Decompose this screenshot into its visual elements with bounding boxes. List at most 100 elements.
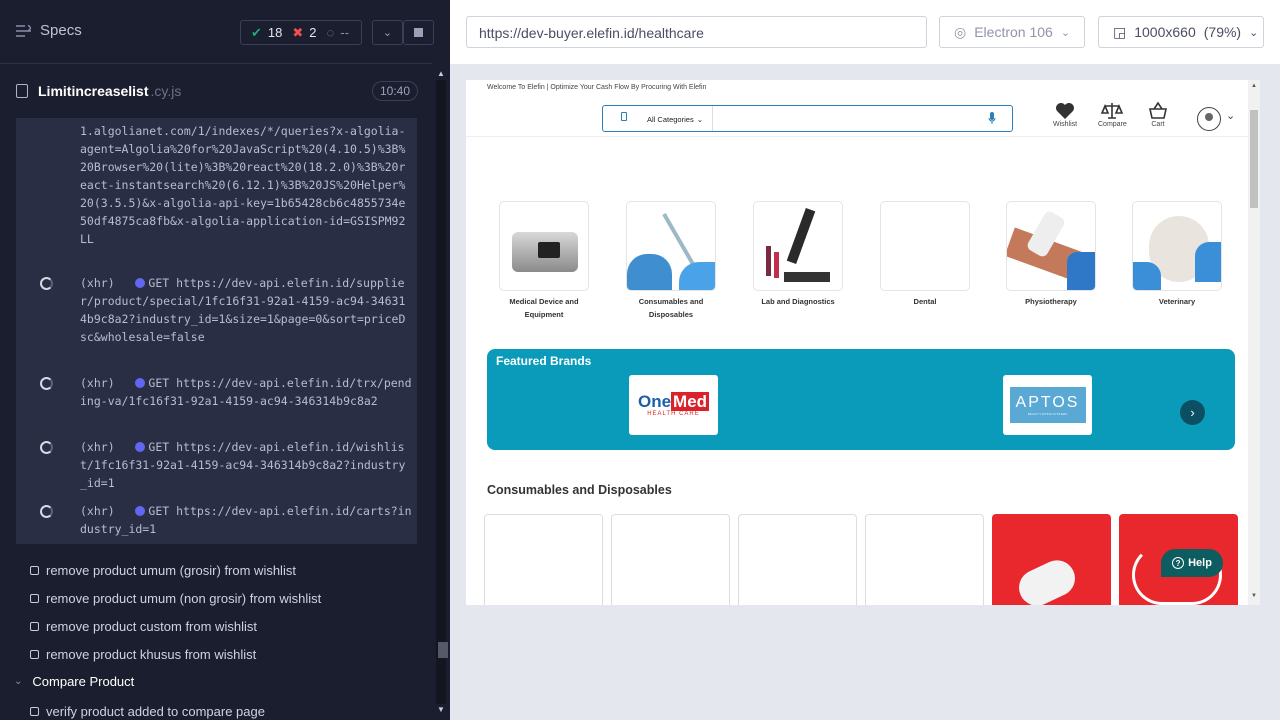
app-scrollbar[interactable]: ▲ ▼ [1248, 80, 1260, 605]
category-label: Physiotherapy [1025, 297, 1077, 306]
product-card[interactable] [865, 514, 984, 605]
product-card[interactable] [611, 514, 730, 605]
suite-compare-product[interactable]: ⌄ Compare Product [14, 674, 134, 689]
cart-label: Cart [1151, 121, 1165, 128]
menu-lines-icon [16, 24, 31, 37]
search-bar[interactable]: All Categories ⌄ [602, 105, 1013, 132]
command-log: 1.algolianet.com/1/indexes/*/queries?x-a… [16, 118, 417, 544]
command-url[interactable]: 1.algolianet.com/1/indexes/*/queries?x-a… [80, 122, 412, 248]
test-title: remove product custom from wishlist [46, 619, 257, 634]
compare-label: Compare [1098, 121, 1127, 128]
onemed-logo: One Med [637, 392, 710, 411]
check-icon: ✔ [251, 24, 262, 40]
loading-spinner-icon [40, 277, 53, 290]
category-select[interactable]: All Categories ⌄ [643, 110, 713, 128]
test-item[interactable]: remove product umum (non grosir) from wi… [30, 591, 321, 606]
browser-selector[interactable]: ◎ Electron 106 ⌄ [939, 16, 1085, 48]
scroll-up-icon[interactable]: ▲ [1251, 83, 1257, 89]
test-item[interactable]: remove product khusus from wishlist [30, 647, 256, 662]
microphone-icon[interactable] [988, 112, 996, 125]
test-title: remove product umum (grosir) from wishli… [46, 563, 296, 578]
avatar[interactable] [1197, 107, 1221, 131]
viewport-size: 1000x660 [1134, 24, 1196, 40]
xhr-method: GET [148, 440, 170, 454]
passed-count: 18 [267, 25, 283, 40]
pending-count: -- [340, 25, 349, 40]
expand-button[interactable]: ⌄ [372, 20, 403, 45]
browser-icon: ◎ [954, 23, 967, 40]
heart-icon [1056, 103, 1075, 119]
question-icon: ? [1172, 557, 1185, 569]
category-dental[interactable]: Dental [870, 201, 980, 308]
test-item[interactable]: remove product custom from wishlist [30, 619, 257, 634]
app-scroll-thumb[interactable] [1250, 110, 1258, 208]
test-status-icon [30, 622, 39, 631]
loading-spinner-icon [40, 377, 53, 390]
product-card[interactable] [484, 514, 603, 605]
product-card[interactable] [738, 514, 857, 605]
featured-brands-banner: Featured Brands One Med HEALTH CARE APTOS… [487, 349, 1235, 450]
help-button[interactable]: ? Help [1161, 549, 1223, 577]
search-icon [621, 112, 627, 121]
category-label: Veterinary [1158, 297, 1196, 306]
scroll-thumb[interactable] [438, 642, 448, 658]
category-image [1132, 201, 1222, 291]
test-status-icon [30, 650, 39, 659]
app-under-test: Welcome To Elefin | Optimize Your Cash F… [466, 80, 1260, 605]
aptos-logo: APTOS BEAUTY LIFTING SYSTEMS [1009, 387, 1086, 423]
xhr-method: GET [148, 276, 170, 290]
brand-onemed[interactable]: One Med HEALTH CARE [629, 375, 718, 435]
xhr-type: (xhr) [80, 276, 115, 290]
specs-title: Specs [40, 22, 82, 39]
test-stats: ✔ 18 ✖ 2 ◌ -- [240, 20, 362, 45]
test-status-icon [30, 594, 39, 603]
next-brand-button[interactable]: › [1180, 400, 1205, 425]
status-dot-icon [135, 378, 146, 388]
scroll-up-icon[interactable]: ▲ [437, 69, 445, 78]
search-input[interactable] [715, 106, 975, 131]
category-image [499, 201, 589, 291]
cart-button[interactable]: Cart [1148, 102, 1168, 128]
xhr-url: https://dev-api.elefin.id/carts?industry… [80, 504, 412, 536]
chevron-down-icon: ⌄ [696, 114, 703, 124]
cypress-runner-panel: Specs ✔ 18 ✖ 2 ◌ -- ⌄ Limitincreaselist … [0, 0, 450, 720]
chevron-right-icon: › [1190, 405, 1195, 420]
aut-toolbar: https://dev-buyer.elefin.id/healthcare ◎… [450, 0, 1280, 64]
category-lab-diagnostics[interactable]: Lab and Diagnostics [743, 201, 853, 308]
suite-title: Compare Product [32, 674, 135, 689]
loading-spinner-icon [40, 505, 53, 518]
wishlist-button[interactable]: Wishlist [1053, 102, 1077, 128]
pending-icon: ◌ [326, 25, 335, 40]
chevron-down-icon: ⌄ [1060, 26, 1071, 39]
stop-button[interactable] [403, 20, 434, 45]
welcome-banner: Welcome To Elefin | Optimize Your Cash F… [487, 84, 707, 91]
stop-icon [414, 28, 423, 37]
browser-name: Electron 106 [974, 24, 1053, 40]
category-physiotherapy[interactable]: Physiotherapy [996, 201, 1106, 308]
test-status-icon [30, 707, 39, 716]
scroll-track[interactable] [436, 80, 448, 704]
category-consumables[interactable]: Consumables and Disposables [616, 201, 726, 321]
loading-spinner-icon [40, 441, 53, 454]
specs-toggle[interactable]: Specs [16, 22, 82, 39]
scale-icon [1101, 103, 1124, 119]
scroll-down-icon[interactable]: ▼ [437, 705, 445, 714]
category-label: Dental [913, 297, 937, 306]
xhr-type: (xhr) [80, 376, 115, 390]
viewport-info[interactable]: ◲ 1000x660 (79%) ⌄ [1098, 16, 1264, 48]
compare-button[interactable]: Compare [1098, 102, 1127, 128]
category-medical-device[interactable]: Medical Device and Equipment [489, 201, 599, 321]
command-log-scrollbar[interactable]: ▲ ▼ [432, 64, 450, 720]
zoom-level: (79%) [1203, 24, 1242, 40]
chevron-down-icon: ⌄ [14, 676, 23, 687]
category-veterinary[interactable]: Veterinary [1122, 201, 1232, 308]
test-item[interactable]: remove product umum (grosir) from wishli… [30, 563, 296, 578]
aut-url-field[interactable]: https://dev-buyer.elefin.id/healthcare [466, 16, 927, 48]
test-item[interactable]: verify product added to compare page [30, 704, 265, 719]
product-card[interactable] [992, 514, 1111, 605]
scroll-down-icon[interactable]: ▼ [1251, 593, 1257, 599]
spec-file-header: Limitincreaselist .cy.js 10:40 [16, 76, 418, 106]
category-label: Medical Device and Equipment [509, 297, 579, 319]
brand-aptos[interactable]: APTOS BEAUTY LIFTING SYSTEMS [1003, 375, 1092, 435]
chevron-down-icon[interactable]: ⌄ [1226, 109, 1235, 122]
